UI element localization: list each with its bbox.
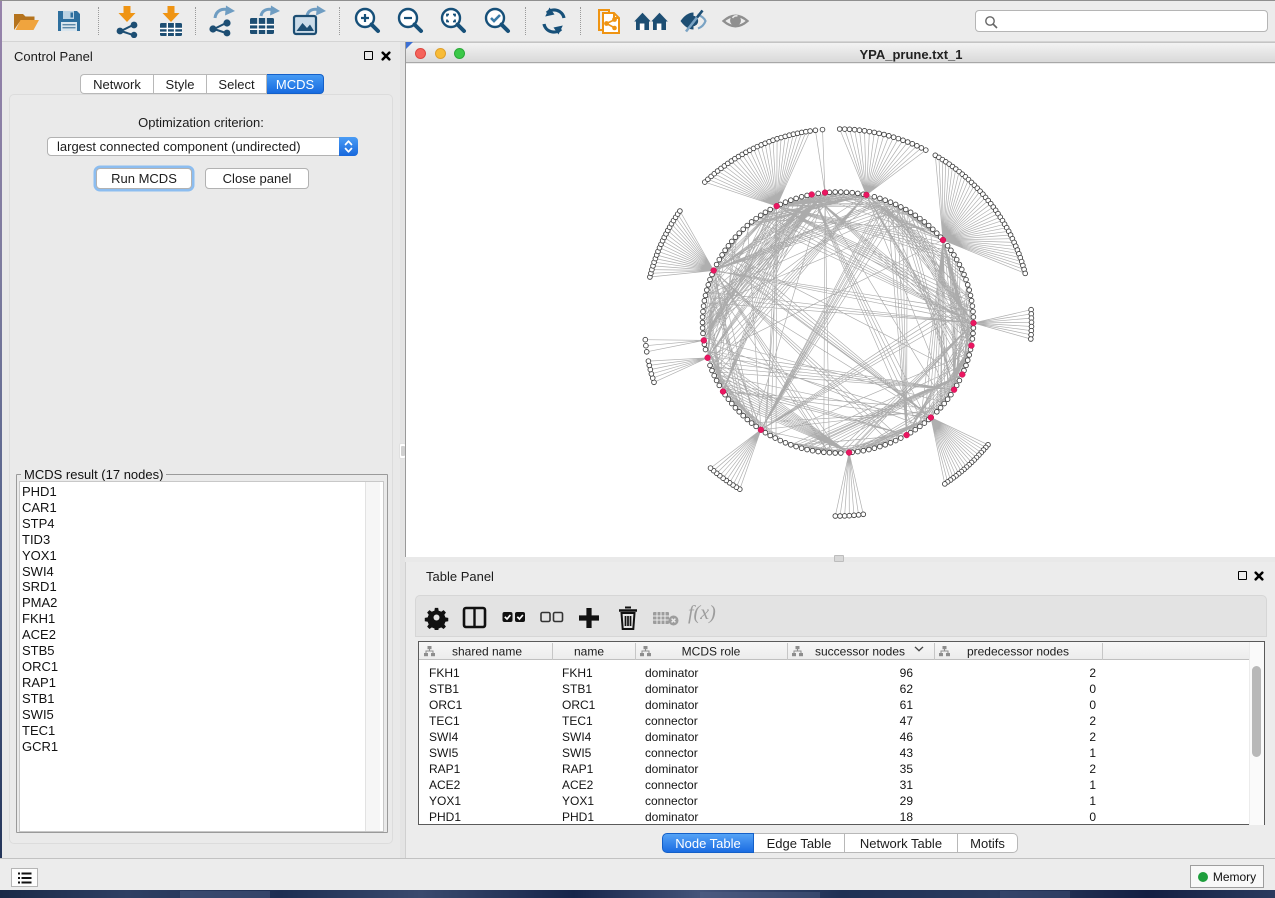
svg-text:PHD1: PHD1: [562, 810, 594, 824]
svg-text:TEC1: TEC1: [429, 714, 460, 728]
svg-text:STB1: STB1: [429, 682, 459, 696]
svg-text:31: 31: [900, 778, 914, 792]
svg-text:96: 96: [900, 666, 914, 680]
svg-text:connector: connector: [645, 794, 698, 808]
svg-text:dominator: dominator: [645, 698, 698, 712]
svg-text:SWI4: SWI4: [429, 730, 459, 744]
svg-text:1: 1: [1089, 778, 1096, 792]
svg-text:35: 35: [900, 762, 914, 776]
svg-text:ACE2: ACE2: [562, 778, 594, 792]
svg-text:1: 1: [1089, 746, 1096, 760]
svg-text:29: 29: [900, 794, 914, 808]
svg-text:61: 61: [900, 698, 914, 712]
svg-text:STB1: STB1: [562, 682, 592, 696]
svg-text:shared name: shared name: [452, 645, 522, 659]
svg-text:RAP1: RAP1: [429, 762, 461, 776]
svg-text:FKH1: FKH1: [562, 666, 593, 680]
svg-text:ORC1: ORC1: [562, 698, 596, 712]
svg-text:RAP1: RAP1: [562, 762, 594, 776]
svg-text:name: name: [574, 645, 604, 659]
svg-text:connector: connector: [645, 714, 698, 728]
svg-text:TEC1: TEC1: [562, 714, 593, 728]
svg-text:46: 46: [900, 730, 914, 744]
svg-text:0: 0: [1089, 810, 1096, 824]
svg-text:dominator: dominator: [645, 810, 698, 824]
svg-text:PHD1: PHD1: [429, 810, 461, 824]
svg-text:2: 2: [1089, 714, 1096, 728]
svg-text:connector: connector: [645, 746, 698, 760]
svg-text:dominator: dominator: [645, 762, 698, 776]
svg-text:dominator: dominator: [645, 730, 698, 744]
svg-text:ACE2: ACE2: [429, 778, 461, 792]
svg-text:FKH1: FKH1: [429, 666, 460, 680]
svg-text:18: 18: [900, 810, 914, 824]
svg-text:2: 2: [1089, 762, 1096, 776]
svg-text:43: 43: [900, 746, 914, 760]
svg-text:0: 0: [1089, 698, 1096, 712]
svg-text:62: 62: [900, 682, 914, 696]
svg-text:0: 0: [1089, 682, 1096, 696]
svg-text:2: 2: [1089, 666, 1096, 680]
svg-text:connector: connector: [645, 778, 698, 792]
svg-text:YOX1: YOX1: [562, 794, 594, 808]
svg-text:successor nodes: successor nodes: [815, 645, 905, 659]
svg-text:predecessor nodes: predecessor nodes: [967, 645, 1069, 659]
svg-text:SWI4: SWI4: [562, 730, 592, 744]
svg-text:YOX1: YOX1: [429, 794, 461, 808]
svg-text:dominator: dominator: [645, 682, 698, 696]
svg-text:1: 1: [1089, 794, 1096, 808]
svg-text:MCDS role: MCDS role: [682, 645, 741, 659]
svg-text:ORC1: ORC1: [429, 698, 463, 712]
svg-text:47: 47: [900, 714, 914, 728]
svg-text:SWI5: SWI5: [562, 746, 592, 760]
svg-text:dominator: dominator: [645, 666, 698, 680]
svg-text:SWI5: SWI5: [429, 746, 459, 760]
svg-text:2: 2: [1089, 730, 1096, 744]
